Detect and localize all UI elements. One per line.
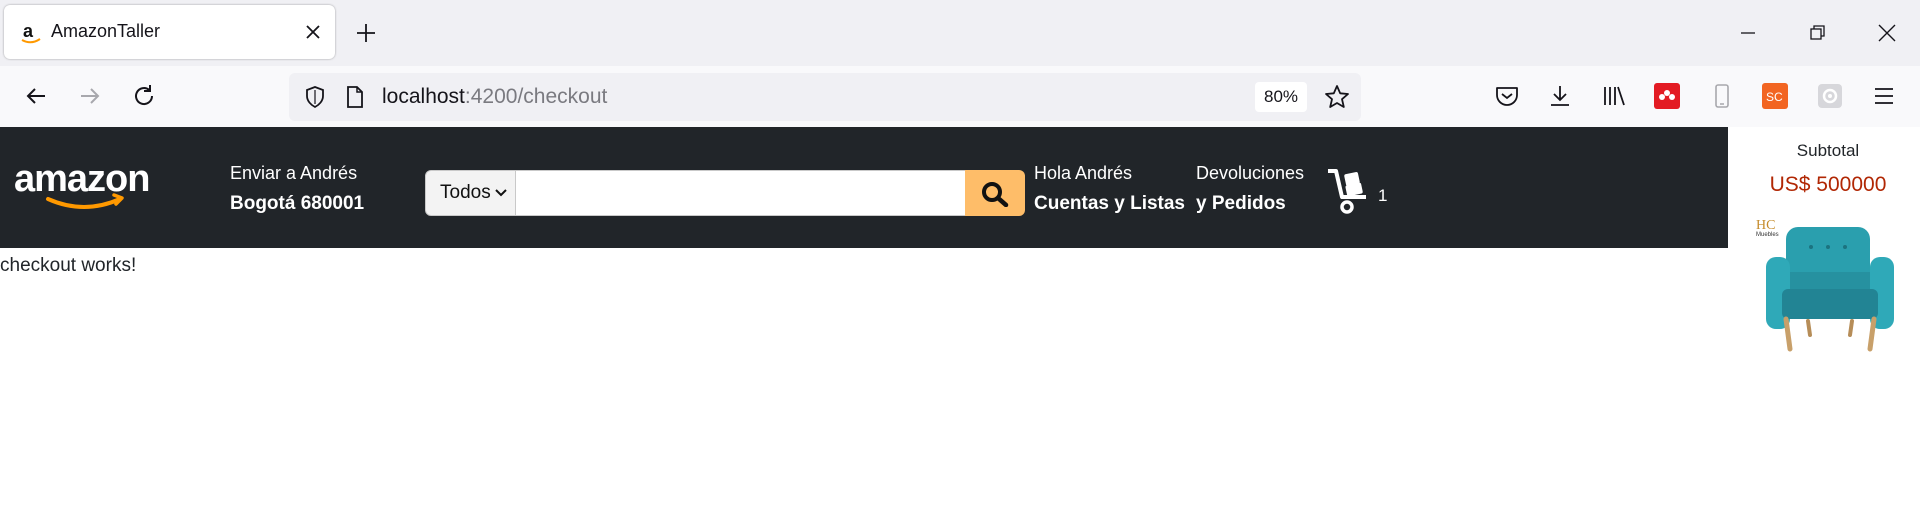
address-bar[interactable]: localhost:4200/checkout 80% xyxy=(289,73,1361,121)
cart-dolly-icon[interactable] xyxy=(1326,167,1386,217)
checkout-message: checkout works! xyxy=(0,255,137,276)
armchair-product-image[interactable]: HC Muebles xyxy=(1756,217,1904,375)
minimize-window-icon[interactable] xyxy=(1733,18,1763,48)
svg-text:amazon: amazon xyxy=(14,159,149,200)
search-button[interactable] xyxy=(965,170,1025,216)
browser-nav-bar: localhost:4200/checkout 80% SC xyxy=(0,66,1920,127)
page-content: amazon Enviar a Andrés Bogotá 680001 Tod… xyxy=(0,127,1920,510)
mendeley-extension-icon[interactable] xyxy=(1654,83,1680,109)
close-window-icon[interactable] xyxy=(1872,18,1902,48)
chevron-down-icon xyxy=(495,189,507,197)
returns-orders-link[interactable]: Devoluciones y Pedidos xyxy=(1196,163,1304,215)
account-lists-label: Cuentas y Listas xyxy=(1034,193,1185,214)
mobile-device-icon[interactable] xyxy=(1707,81,1737,111)
url-host: localhost xyxy=(382,85,465,108)
search-category-value: Todos xyxy=(440,182,491,203)
account-greeting: Hola Andrés xyxy=(1034,163,1133,183)
zoom-level-badge[interactable]: 80% xyxy=(1255,82,1307,112)
brand-logo: HC Muebles xyxy=(1756,218,1779,238)
browser-tab[interactable]: a AmazonTaller xyxy=(4,5,335,59)
svg-text:HC: HC xyxy=(1756,218,1775,233)
svg-text:Muebles: Muebles xyxy=(1756,232,1779,238)
deliver-to-location[interactable]: Enviar a Andrés Bogotá 680001 xyxy=(230,163,364,215)
amazon-favicon-icon: a xyxy=(21,21,41,44)
settings-gear-extension-icon[interactable] xyxy=(1815,81,1845,111)
url-path: :4200/checkout xyxy=(464,85,608,108)
page-info-icon[interactable] xyxy=(344,85,366,109)
reload-icon[interactable] xyxy=(128,80,160,112)
browser-tab-strip: a AmazonTaller xyxy=(0,0,1920,66)
returns-label: Devoluciones xyxy=(1196,163,1305,183)
tracking-protection-shield-icon[interactable] xyxy=(303,85,327,109)
url-text[interactable]: localhost:4200/checkout xyxy=(382,85,607,109)
hamburger-menu-icon[interactable] xyxy=(1869,81,1899,111)
downloads-icon[interactable] xyxy=(1545,81,1575,111)
site-header: amazon Enviar a Andrés Bogotá 680001 Tod… xyxy=(0,127,1728,248)
subtotal-panel: Subtotal US$ 500000 HC Muebles xyxy=(1728,127,1920,510)
deliver-to-address: Bogotá 680001 xyxy=(230,193,365,214)
orders-label: y Pedidos xyxy=(1196,193,1286,214)
bookmark-star-icon[interactable] xyxy=(1324,84,1350,110)
new-tab-icon[interactable] xyxy=(353,20,379,46)
search-input[interactable] xyxy=(516,170,965,216)
svg-text:SC: SC xyxy=(1766,90,1783,104)
cart-count: 1 xyxy=(1378,186,1388,205)
forward-arrow-icon[interactable] xyxy=(74,80,106,112)
subtotal-price: US$ 500000 xyxy=(1769,173,1887,196)
pocket-icon[interactable] xyxy=(1492,81,1522,111)
deliver-to-label: Enviar a Andrés xyxy=(230,163,358,183)
search-icon xyxy=(982,182,1009,207)
search-category-select[interactable]: Todos xyxy=(425,170,516,216)
subtotal-label: Subtotal xyxy=(1796,141,1860,160)
account-lists-menu[interactable]: Hola Andrés Cuentas y Listas xyxy=(1034,163,1185,215)
sc-extension-icon[interactable]: SC xyxy=(1762,83,1788,109)
restore-window-icon[interactable] xyxy=(1802,18,1832,48)
amazon-logo[interactable]: amazon xyxy=(14,159,164,215)
close-tab-icon[interactable] xyxy=(301,20,325,44)
back-arrow-icon[interactable] xyxy=(20,80,52,112)
library-icon[interactable] xyxy=(1599,81,1629,111)
tab-title: AmazonTaller xyxy=(51,21,161,41)
svg-text:a: a xyxy=(23,21,34,41)
